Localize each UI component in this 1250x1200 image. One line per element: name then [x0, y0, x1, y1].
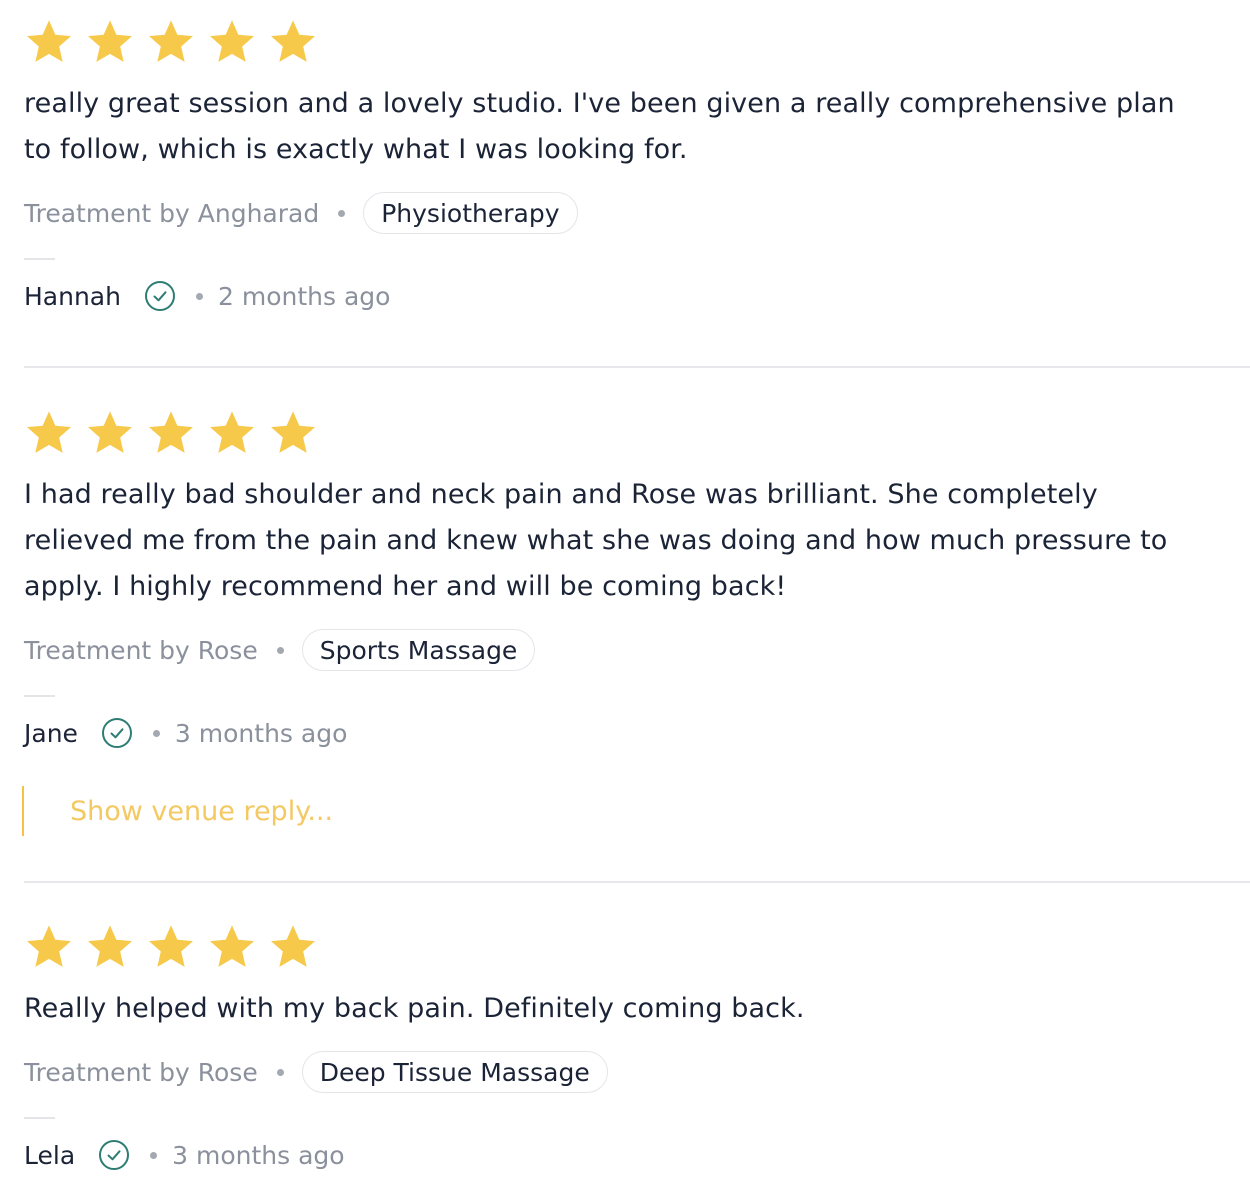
review-card: I had really bad shoulder and neck pain …: [24, 408, 1250, 753]
treatment-tag[interactable]: Sports Massage: [301, 629, 536, 671]
star-rating: [24, 922, 1250, 972]
separator-dot: [276, 646, 284, 654]
review-time: 2 months ago: [217, 281, 391, 311]
star-icon: [268, 922, 318, 972]
review-time: 3 months ago: [172, 1140, 345, 1170]
review-text: really great session and a lovely studio…: [24, 88, 1175, 165]
separator-dot: [150, 1151, 158, 1159]
star-icon: [207, 922, 257, 972]
verified-check-icon: [101, 717, 133, 749]
star-icon: [24, 408, 74, 458]
star-icon: [146, 17, 196, 67]
review-card: really great session and a lovely studio…: [24, 17, 1250, 316]
reviewer-name: Jane: [24, 718, 78, 748]
treatment-by-label: Treatment by Rose: [24, 1057, 258, 1087]
review-meta: Treatment by Angharad Physiotherapy: [24, 190, 1250, 236]
separator-dot: [152, 729, 160, 737]
star-icon: [85, 17, 135, 67]
star-icon: [146, 922, 196, 972]
star-icon: [207, 17, 257, 67]
review-text: I had really bad shoulder and neck pain …: [24, 479, 1168, 602]
divider-dash: [24, 258, 55, 260]
review-author-row: Hannah 2 months ago: [24, 276, 1250, 316]
divider-dash: [24, 695, 55, 697]
review-card: Really helped with my back pain. Definit…: [24, 922, 1250, 1175]
star-icon: [268, 408, 318, 458]
treatment-tag[interactable]: Physiotherapy: [363, 192, 578, 234]
treatment-tag[interactable]: Deep Tissue Massage: [301, 1051, 608, 1093]
review-meta: Treatment by Rose Deep Tissue Massage: [24, 1049, 1250, 1095]
verified-check-icon: [98, 1139, 130, 1171]
review-meta: Treatment by Rose Sports Massage: [24, 627, 1250, 673]
review-divider: [24, 881, 1250, 883]
review-text: Really helped with my back pain. Definit…: [24, 993, 805, 1024]
separator-dot: [195, 292, 203, 300]
treatment-by-label: Treatment by Rose: [24, 635, 258, 665]
reviewer-name: Hannah: [24, 281, 121, 311]
review-time: 3 months ago: [174, 718, 348, 748]
star-icon: [24, 922, 74, 972]
reviewer-name: Lela: [24, 1140, 76, 1170]
star-icon: [85, 922, 135, 972]
star-icon: [268, 17, 318, 67]
review-author-row: Jane 3 months ago: [24, 713, 1250, 753]
star-rating: [24, 17, 1250, 67]
separator-dot: [338, 209, 346, 217]
star-icon: [85, 408, 135, 458]
star-icon: [146, 408, 196, 458]
review-author-row: Lela 3 months ago: [24, 1135, 1250, 1175]
divider-dash: [24, 1117, 55, 1119]
star-icon: [24, 17, 74, 67]
star-rating: [24, 408, 1250, 458]
treatment-by-label: Treatment by Angharad: [24, 198, 320, 228]
review-divider: [24, 366, 1250, 368]
verified-check-icon: [144, 280, 176, 312]
show-venue-reply-link[interactable]: Show venue reply...: [22, 786, 333, 836]
star-icon: [207, 408, 257, 458]
separator-dot: [276, 1068, 284, 1076]
